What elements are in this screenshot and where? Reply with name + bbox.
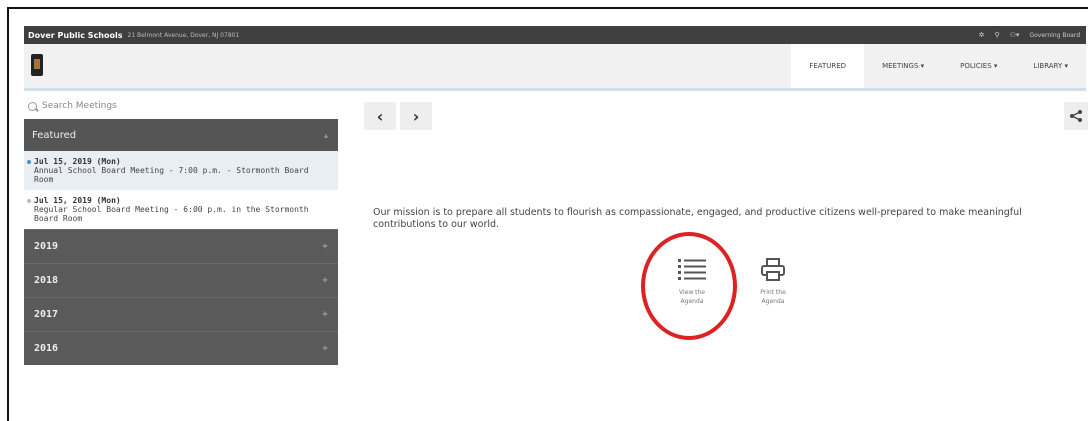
settings-icon[interactable]: ✲: [979, 31, 985, 39]
share-button[interactable]: [1064, 102, 1088, 130]
year-label: 2019: [34, 241, 59, 252]
year-2019[interactable]: 2019 +: [24, 229, 338, 263]
featured-label: Featured: [32, 129, 77, 141]
main-nav: FEATURED MEETINGS ▾ POLICIES ▾ LIBRARY ▾: [24, 44, 1086, 91]
mission-statement: Our mission is to prepare all students t…: [373, 207, 1022, 230]
expand-icon: +: [321, 309, 328, 320]
district-address: 21 Belmont Avenue, Dover, NJ 07801: [127, 31, 240, 39]
year-2018[interactable]: 2018 +: [24, 263, 338, 297]
previous-button[interactable]: ‹: [364, 102, 396, 130]
nav-menu: FEATURED MEETINGS ▾ POLICIES ▾ LIBRARY ▾: [791, 44, 1086, 88]
expand-icon: +: [321, 343, 328, 354]
selected-bullet-icon: [27, 160, 31, 164]
year-label: 2017: [34, 309, 59, 320]
search-icon[interactable]: ⚲: [995, 31, 1000, 39]
meeting-date: Jul 15, 2019 (Mon): [34, 157, 121, 166]
year-label: 2018: [34, 275, 59, 286]
user-icon[interactable]: ⚇▾: [1010, 31, 1020, 39]
meeting-title: Regular School Board Meeting - 6:00 p.m.…: [34, 205, 309, 223]
top-bar-actions: ✲ ⚲ ⚇▾ Governing Board: [979, 31, 1080, 39]
top-bar: Dover Public Schools 21 Belmont Avenue, …: [24, 26, 1086, 44]
search-placeholder: Search Meetings: [42, 101, 117, 111]
share-icon: [1070, 110, 1082, 122]
year-label: 2016: [34, 343, 59, 354]
nav-policies[interactable]: POLICIES ▾: [942, 44, 1015, 88]
featured-header[interactable]: Featured ▴: [24, 119, 338, 151]
meeting-title: Annual School Board Meeting - 7:00 p.m. …: [34, 166, 309, 184]
bullet-icon: [27, 199, 31, 203]
year-2017[interactable]: 2017 +: [24, 297, 338, 331]
nav-featured[interactable]: FEATURED: [791, 44, 865, 88]
year-2016[interactable]: 2016 +: [24, 331, 338, 365]
search-icon: [28, 101, 37, 111]
meeting-navigation: ‹ ›: [364, 102, 432, 130]
highlight-circle: [641, 232, 737, 340]
collapse-icon: ▴: [323, 130, 328, 140]
expand-icon: +: [321, 241, 328, 252]
meeting-item[interactable]: Jul 15, 2019 (Mon) Regular School Board …: [24, 190, 338, 229]
account-name[interactable]: Governing Board: [1029, 32, 1080, 39]
expand-icon: +: [321, 275, 328, 286]
print-agenda-button[interactable]: Print the Agenda: [748, 258, 798, 306]
district-logo[interactable]: [31, 54, 43, 76]
next-button[interactable]: ›: [400, 102, 432, 130]
nav-meetings[interactable]: MEETINGS ▾: [864, 44, 942, 88]
sidebar: Search Meetings Featured ▴ Jul 15, 2019 …: [24, 93, 338, 365]
nav-library[interactable]: LIBRARY ▾: [1015, 44, 1086, 88]
district-name[interactable]: Dover Public Schools: [28, 31, 123, 40]
meeting-item[interactable]: Jul 15, 2019 (Mon) Annual School Board M…: [24, 151, 338, 190]
search-meetings[interactable]: Search Meetings: [24, 93, 338, 119]
meeting-date: Jul 15, 2019 (Mon): [34, 196, 121, 205]
printer-icon: [761, 258, 785, 281]
print-agenda-label: Print the Agenda: [760, 289, 786, 305]
